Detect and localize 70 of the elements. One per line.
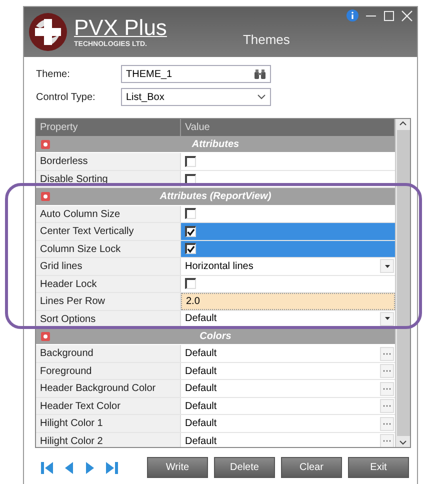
dropdown-button[interactable] [380, 312, 394, 326]
logo-name: PVX Plus [74, 16, 167, 38]
scrollbar[interactable] [395, 119, 410, 447]
cell-value: Default [185, 366, 217, 377]
action-button[interactable]: Exit [348, 457, 409, 478]
action-button[interactable]: Clear [281, 457, 342, 478]
chevron-down-icon[interactable] [257, 94, 266, 100]
property-name: Header Background Color [36, 380, 181, 397]
value-cell[interactable]: 2.0 [181, 293, 395, 310]
field-label: Theme: [36, 68, 71, 80]
cell-value: Default [185, 436, 217, 447]
cell-value: Default [185, 348, 217, 360]
cell-value: Horizontal lines [185, 260, 254, 272]
cell-value: 2.0 [186, 296, 200, 307]
cell-value: Default [185, 400, 217, 412]
checkbox[interactable] [185, 174, 196, 185]
caret-icon [384, 317, 390, 320]
close-icon[interactable] [401, 10, 413, 22]
globe-logo-icon [28, 12, 68, 52]
collapse-icon[interactable] [41, 192, 50, 201]
checkbox[interactable] [185, 156, 196, 168]
checkbox[interactable] [185, 278, 196, 290]
checkmark-icon [187, 245, 195, 254]
window-title: Themes [242, 32, 290, 46]
info-icon[interactable] [346, 9, 359, 22]
property-name: Borderless [36, 153, 181, 170]
property-name: Background [36, 345, 181, 362]
property-name: Auto Column Size [36, 206, 181, 222]
ellipsis-icon [383, 352, 391, 355]
last-record-icon[interactable] [105, 462, 118, 474]
caret-icon [384, 264, 390, 268]
scroll-up-icon[interactable] [399, 121, 407, 126]
checkmark-icon [187, 228, 195, 236]
property-name: Center Text Vertically [36, 223, 181, 240]
maximize-icon[interactable] [383, 10, 395, 22]
checkbox[interactable] [185, 243, 196, 254]
first-record-icon[interactable] [41, 462, 54, 474]
ellipsis-icon [383, 440, 391, 442]
property-name: Hilight Color 1 [36, 415, 181, 432]
value-cell[interactable] [181, 223, 395, 240]
cell-value: Default [185, 383, 217, 394]
cell-value: Default [185, 418, 217, 430]
binoculars-icon[interactable] [254, 68, 266, 80]
input-field[interactable]: THEME_1 [121, 65, 271, 83]
action-button[interactable]: Write [147, 457, 208, 478]
property-name: Hilight Color 2 [36, 432, 181, 447]
value-cell[interactable] [181, 240, 395, 258]
checkbox[interactable] [185, 208, 196, 220]
checkbox[interactable] [185, 226, 196, 237]
cell-value: Default [185, 313, 217, 324]
property-name: Foreground [36, 362, 181, 380]
collapse-icon[interactable] [41, 332, 50, 341]
property-name: Header Text Color [36, 398, 181, 414]
previous-record-icon[interactable] [65, 462, 74, 474]
action-button[interactable]: Delete [214, 457, 275, 478]
dropdown-field[interactable]: List_Box [121, 88, 271, 106]
property-name: Column Size Lock [36, 240, 181, 258]
next-record-icon[interactable] [85, 462, 94, 474]
scroll-thumb[interactable] [396, 130, 410, 436]
property-name: Header Lock [36, 276, 181, 292]
collapse-icon[interactable] [41, 140, 50, 149]
ellipsis-icon [383, 405, 391, 408]
ellipsis-icon [383, 422, 391, 425]
scroll-down-icon[interactable] [399, 440, 407, 445]
dropdown-button[interactable] [380, 259, 394, 274]
field-label: Control Type: [36, 92, 96, 102]
ellipsis-icon [383, 388, 391, 390]
property-name: Grid lines [36, 258, 181, 275]
property-name: Lines Per Row [36, 293, 181, 310]
ellipsis-icon [383, 370, 391, 372]
